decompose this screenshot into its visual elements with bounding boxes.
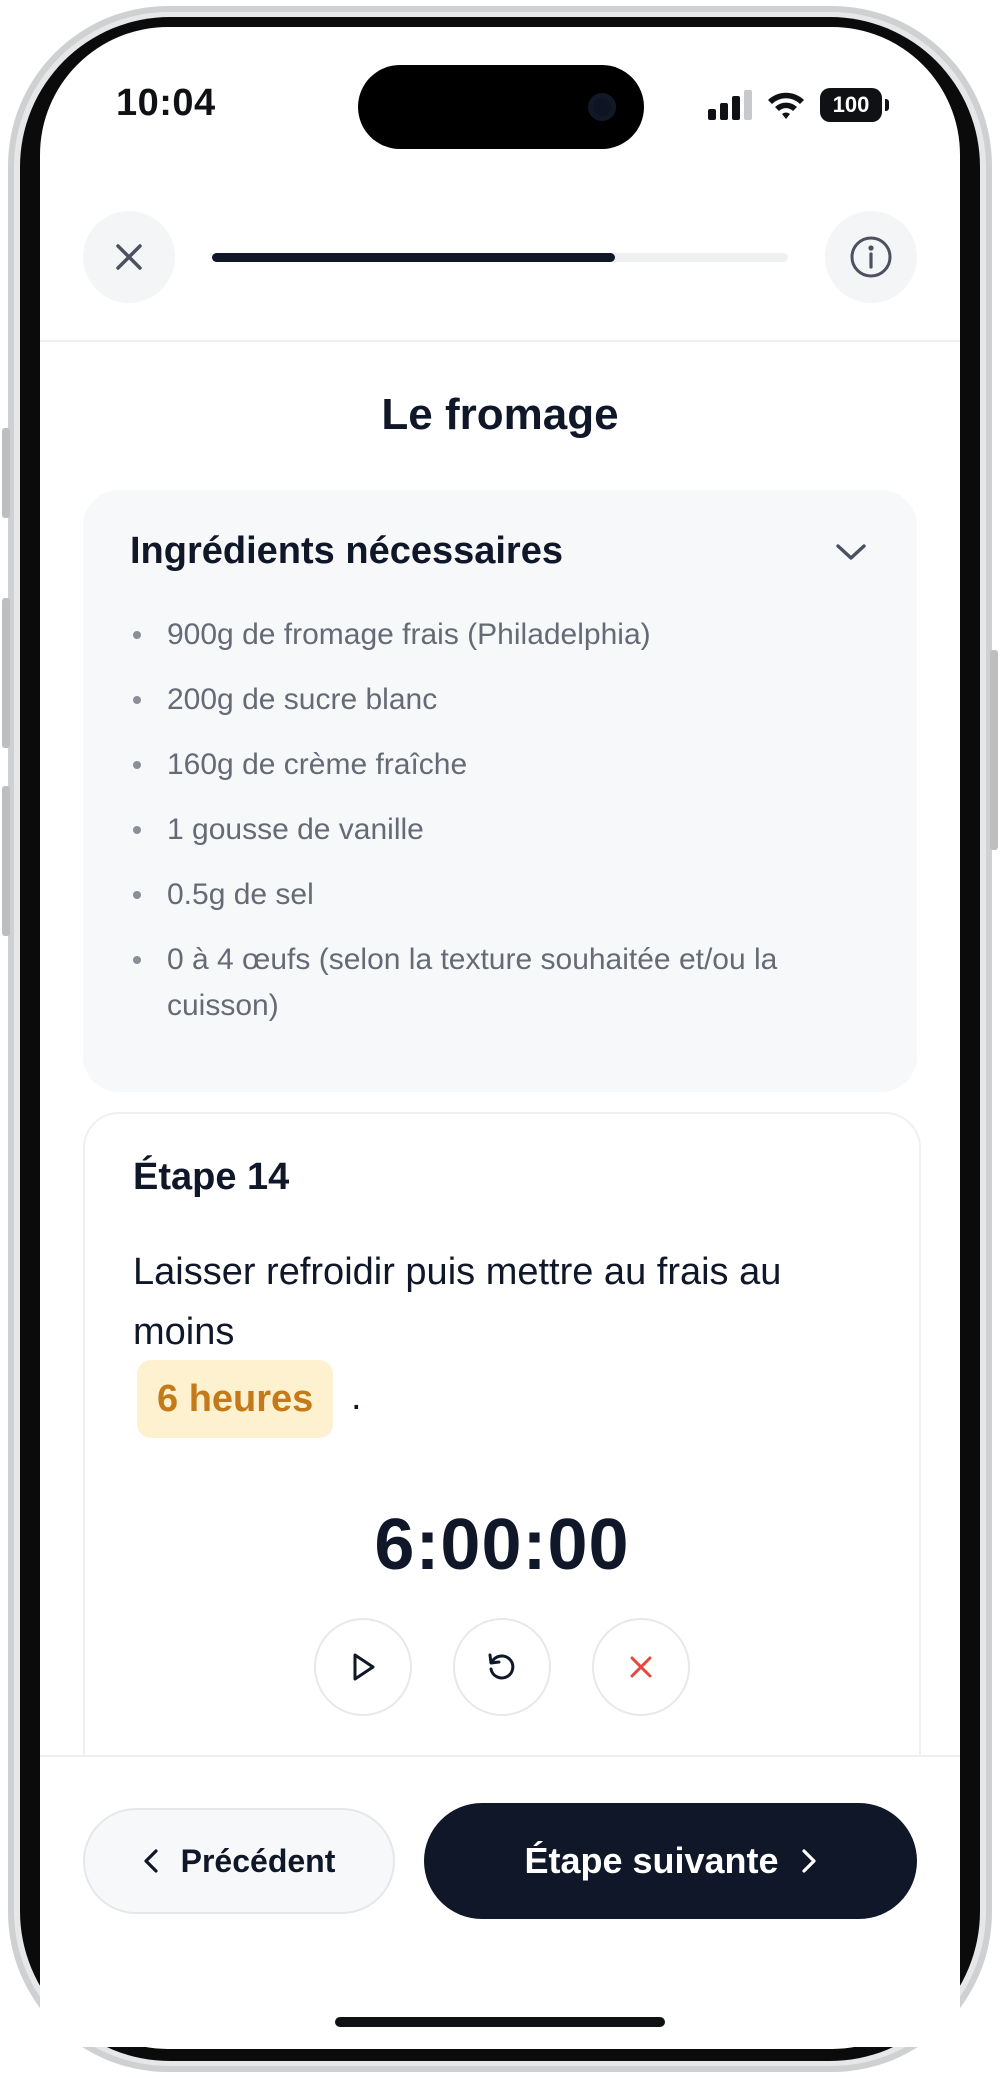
page-title: Le fromage (381, 390, 619, 439)
chevron-down-icon (836, 544, 866, 560)
duration-badge[interactable]: 6 heures (137, 1360, 334, 1438)
timer-display: 6:00:00 (374, 1505, 630, 1585)
status-time: 10:04 (116, 82, 216, 124)
next-step-button[interactable]: Étape suivante (424, 1803, 917, 1919)
header-divider (40, 340, 960, 342)
next-label: Étape suivante (524, 1840, 779, 1881)
progress-fill (212, 253, 616, 262)
list-item: 160g de crème fraîche (130, 742, 870, 788)
info-button[interactable] (825, 211, 917, 303)
camera-icon (588, 93, 616, 121)
info-icon (850, 236, 892, 278)
ingredients-card: Ingrédients nécessaires 900g de fromage … (83, 490, 917, 1092)
instruction-period: . (351, 1376, 362, 1418)
close-button[interactable] (83, 211, 175, 303)
signal-icon (708, 90, 752, 120)
list-item: 0.5g de sel (130, 872, 870, 918)
previous-button[interactable]: Précédent (83, 1808, 395, 1914)
list-item: 200g de sucre blanc (130, 677, 870, 723)
battery-icon: 100 (820, 88, 889, 122)
cancel-timer-button[interactable] (592, 1618, 690, 1716)
play-button[interactable] (314, 1618, 412, 1716)
play-icon (353, 1653, 375, 1681)
list-item: 0 à 4 œufs (selon la texture souhaitée e… (130, 937, 870, 1029)
list-item: 900g de fromage frais (Philadelphia) (130, 612, 870, 658)
reset-button[interactable] (453, 1618, 551, 1716)
chevron-right-icon (801, 1849, 816, 1873)
previous-label: Précédent (180, 1842, 336, 1879)
reset-icon (488, 1653, 515, 1680)
chevron-left-icon (144, 1849, 158, 1873)
step-card: Étape 14 Laisser refroidir puis mettre a… (83, 1112, 921, 1816)
collapse-toggle[interactable] (829, 530, 873, 574)
status-icons: 100 (708, 88, 889, 122)
list-item: 1 gousse de vanille (130, 807, 870, 853)
close-icon (630, 1656, 652, 1678)
step-instruction: Laisser refroidir puis mettre au frais a… (133, 1251, 782, 1353)
ingredients-title: Ingrédients nécessaires (130, 530, 563, 572)
progress-bar (212, 253, 788, 262)
close-icon (116, 244, 142, 270)
wifi-icon (768, 92, 804, 119)
ingredients-list: 900g de fromage frais (Philadelphia) 200… (130, 612, 870, 1048)
step-title: Étape 14 (133, 1156, 290, 1198)
home-indicator (335, 2017, 665, 2027)
